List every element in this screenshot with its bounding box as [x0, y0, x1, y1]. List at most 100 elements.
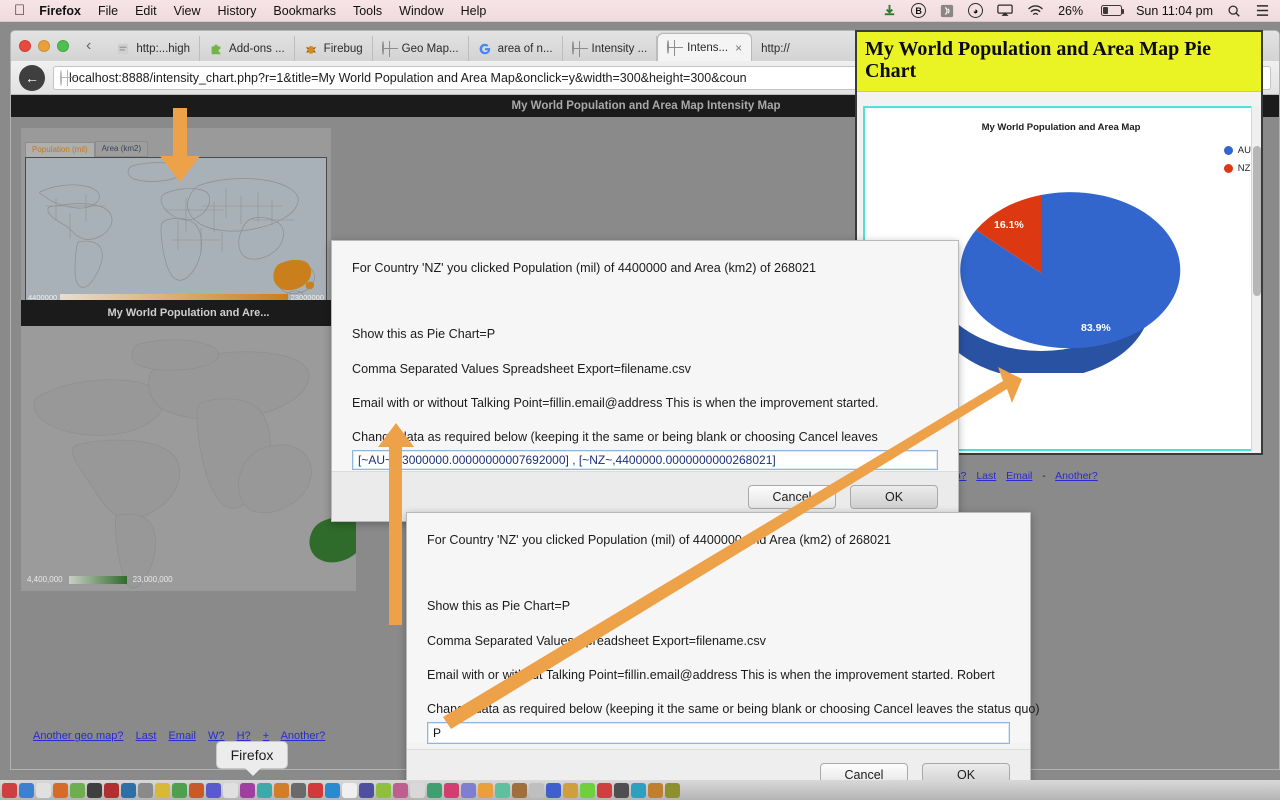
legend-item-nz[interactable]: NZ — [1223, 163, 1251, 174]
dock-icon[interactable] — [155, 782, 170, 798]
dock-icon[interactable] — [580, 782, 595, 798]
dialog-data-input[interactable] — [427, 722, 1010, 745]
tab-population-mil[interactable]: Population (mil) — [25, 141, 95, 157]
airdrop-icon[interactable] — [940, 4, 954, 18]
dock-icon[interactable] — [36, 782, 51, 798]
menu-item-window[interactable]: Window — [399, 4, 443, 18]
dialog-option-email: Email with or without Talking Point=fill… — [352, 395, 879, 410]
dock-icon[interactable] — [121, 782, 136, 798]
menu-item-help[interactable]: Help — [461, 4, 487, 18]
dock-icon[interactable] — [70, 782, 85, 798]
menu-item-tools[interactable]: Tools — [353, 4, 382, 18]
close-window-button[interactable] — [19, 40, 31, 52]
wifi-icon[interactable] — [1027, 4, 1044, 17]
dock-icon[interactable] — [19, 782, 34, 798]
ok-button[interactable]: OK — [850, 484, 938, 509]
dock-icon[interactable] — [478, 782, 493, 798]
notification-center-icon[interactable] — [1255, 4, 1270, 17]
dock-icon[interactable] — [597, 782, 612, 798]
tab-intensity-active[interactable]: Intens... × — [657, 33, 753, 61]
airplay-icon[interactable] — [997, 4, 1013, 17]
menu-item-view[interactable]: View — [174, 4, 201, 18]
dock-icon[interactable] — [665, 782, 680, 798]
dock-icon[interactable] — [325, 782, 340, 798]
dock-icon[interactable] — [291, 782, 306, 798]
dock-icon[interactable] — [308, 782, 323, 798]
dock-icon[interactable] — [257, 782, 272, 798]
link-email[interactable]: Email — [168, 730, 196, 742]
link-last[interactable]: Last — [976, 470, 996, 482]
dock-icon[interactable] — [376, 782, 391, 798]
dock-icon[interactable] — [138, 782, 153, 798]
tab-area-of-n[interactable]: area of n... — [469, 36, 563, 61]
link-another[interactable]: Another? — [1055, 470, 1098, 482]
dock-icon[interactable] — [546, 782, 561, 798]
dock-icon[interactable] — [87, 782, 102, 798]
link-last[interactable]: Last — [136, 730, 157, 742]
dock-icon[interactable] — [342, 782, 357, 798]
menu-item-bookmarks[interactable]: Bookmarks — [273, 4, 336, 18]
dock-icon[interactable] — [172, 782, 187, 798]
spotlight-search-icon[interactable] — [1227, 4, 1241, 18]
tab-intensity[interactable]: Intensity ... — [563, 36, 658, 61]
dock-icon[interactable] — [359, 782, 374, 798]
dock-icon[interactable] — [614, 782, 629, 798]
tab-http[interactable]: http:// — [752, 36, 799, 61]
menu-item-edit[interactable]: Edit — [135, 4, 157, 18]
download-icon[interactable] — [882, 3, 897, 18]
menu-item-file[interactable]: File — [98, 4, 118, 18]
dialog-data-input[interactable] — [352, 450, 938, 471]
dock-icon[interactable] — [512, 782, 527, 798]
tab-geo-map[interactable]: Geo Map... — [373, 36, 469, 61]
pie-window-scrollbar[interactable] — [1251, 106, 1261, 451]
dock-icon[interactable] — [495, 782, 510, 798]
zoom-window-button[interactable] — [57, 40, 69, 52]
dock-icon[interactable] — [189, 782, 204, 798]
tab-list-chevron-icon[interactable]: ‹ — [86, 31, 91, 61]
geo-map-links: Another geo map? Last Email W? H? + Anot… — [33, 727, 334, 742]
tab-addons[interactable]: Add-ons ... — [200, 36, 295, 61]
tab-area-km2[interactable]: Area (km2) — [94, 140, 149, 157]
dock-icon[interactable] — [410, 782, 425, 798]
link-another[interactable]: Another? — [281, 730, 326, 742]
intensity-world-map[interactable]: 4400000 23000000 — [25, 157, 327, 305]
tab-label: Area (km2) — [101, 143, 142, 153]
cancel-button[interactable]: Cancel — [748, 484, 836, 509]
dock-icon[interactable] — [529, 782, 544, 798]
dock-icon[interactable] — [240, 782, 255, 798]
dialog-option-pie: Show this as Pie Chart=P — [427, 599, 571, 614]
dock-icon[interactable] — [393, 782, 408, 798]
dock-icon[interactable] — [444, 782, 459, 798]
intensity-map-panel: Population (mil) Area (km2) 4400000 2300… — [21, 128, 331, 309]
dialog-click-message: For Country 'NZ' you clicked Population … — [427, 533, 892, 547]
close-icon[interactable]: × — [735, 41, 742, 55]
firefox-tooltip: Firefox — [216, 741, 288, 776]
tab-http-high[interactable]: http:...high — [107, 36, 201, 61]
geo-world-map[interactable]: 4,400,000 23,000,000 — [21, 326, 356, 591]
dock-icon[interactable] — [53, 782, 68, 798]
spotify-icon[interactable]: ◕ — [968, 3, 984, 18]
link-another-geo-map[interactable]: Another geo map? — [33, 730, 124, 742]
dock-icon[interactable] — [104, 782, 119, 798]
tab-firebug[interactable]: Firebug — [295, 36, 373, 61]
menu-item-firefox[interactable]: Firefox — [39, 4, 81, 18]
bitcoin-icon[interactable]: B — [911, 3, 927, 18]
dock-icon[interactable] — [2, 782, 17, 798]
menu-item-history[interactable]: History — [218, 4, 257, 18]
dock-icon[interactable] — [461, 782, 476, 798]
back-button[interactable]: ← — [19, 64, 45, 91]
window-controls[interactable] — [19, 31, 76, 61]
minimize-window-button[interactable] — [38, 40, 50, 52]
apple-logo-icon[interactable]:  — [14, 2, 25, 19]
link-email[interactable]: Email — [1006, 470, 1032, 482]
dock-icon[interactable] — [274, 782, 289, 798]
dock-icon[interactable] — [206, 782, 221, 798]
dock-icon[interactable] — [563, 782, 578, 798]
dock-icon[interactable] — [631, 782, 646, 798]
dock-icon[interactable] — [223, 782, 238, 798]
legend-item-au[interactable]: AU — [1223, 145, 1251, 156]
world-map-svg — [26, 158, 326, 304]
dock-icon[interactable] — [648, 782, 663, 798]
dock-icon[interactable] — [427, 782, 442, 798]
dock[interactable] — [0, 780, 1280, 800]
